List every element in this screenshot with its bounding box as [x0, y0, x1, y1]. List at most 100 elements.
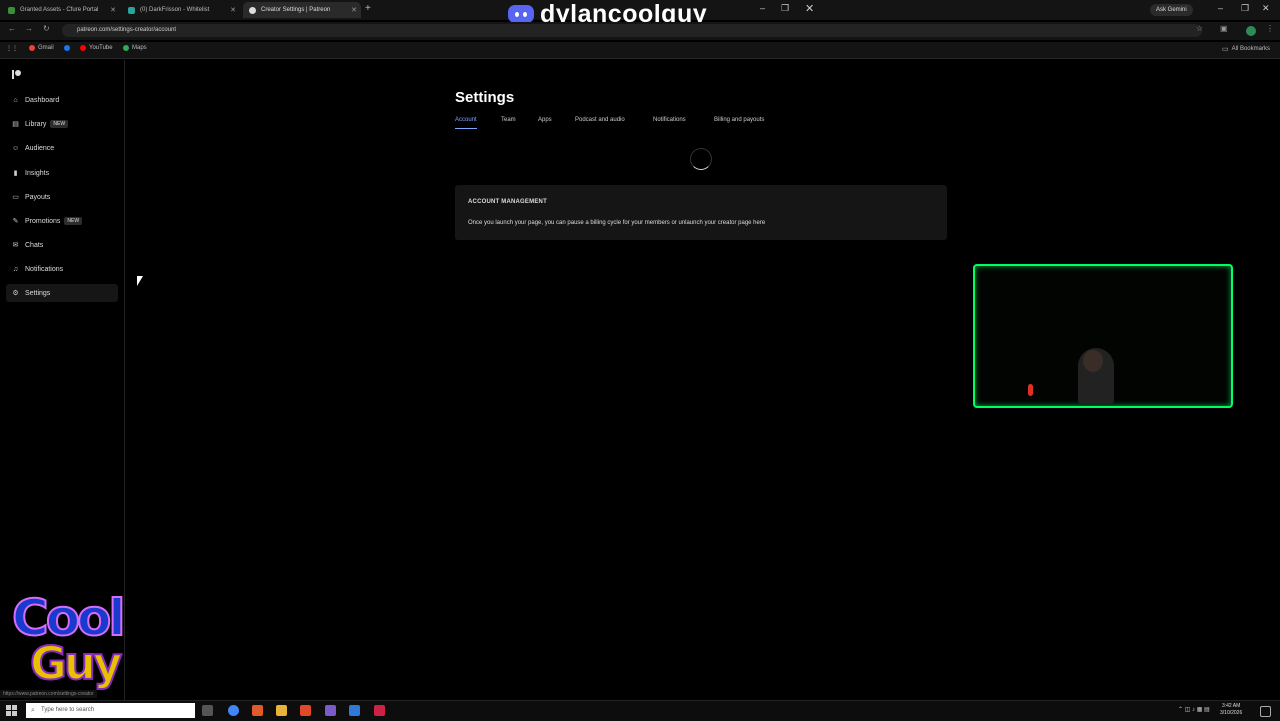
tab-podcast-and-audio[interactable]: Podcast and audio	[575, 117, 625, 123]
overlay-restore-icon[interactable]: ❐	[781, 3, 789, 14]
card-description: Once you launch your page, you can pause…	[468, 220, 766, 226]
browser-tab-active[interactable]: Creator Settings | Patreon ✕	[243, 2, 361, 18]
tab-title: (0) DarkFrisson - Whitelist	[140, 7, 210, 13]
bookmark-youtube[interactable]: YouTube	[80, 45, 113, 51]
forward-icon[interactable]: →	[25, 24, 33, 33]
app-taskbar-icon[interactable]	[325, 705, 336, 716]
chrome-taskbar-icon[interactable]	[228, 705, 239, 716]
sidebar-item-notifications[interactable]: ♫ Notifications	[6, 260, 118, 278]
overlay-minimize-icon[interactable]: –	[760, 3, 765, 13]
url-input[interactable]: patreon.com/settings-creator/account	[62, 24, 1202, 37]
browser-tab[interactable]: Granted Assets - Cfure Portal ✕	[2, 2, 120, 18]
windows-start-icon[interactable]	[6, 705, 17, 716]
new-badge: NEW	[50, 120, 69, 128]
bookmark-maps[interactable]: Maps	[123, 45, 147, 51]
guy-text: Guy	[29, 636, 123, 691]
close-tab-icon[interactable]: ✕	[351, 6, 357, 14]
sidebar-item-label: Audience	[25, 144, 55, 152]
browser-tab[interactable]: (0) DarkFrisson - Whitelist ✕	[122, 2, 240, 18]
bell-icon: ♫	[12, 265, 19, 273]
apps-grid-icon[interactable]: ⋮⋮	[6, 45, 18, 52]
file-explorer-icon[interactable]	[276, 705, 287, 716]
webcam-overlay	[973, 264, 1233, 408]
account-management-card: ACCOUNT MANAGEMENT Once you launch your …	[455, 185, 947, 240]
folder-icon: ▭	[1222, 46, 1229, 53]
library-icon: ▤	[12, 120, 19, 128]
home-icon: ⌂	[13, 96, 18, 104]
gmail-icon	[29, 45, 35, 51]
back-icon[interactable]: ←	[8, 24, 16, 33]
taskbar-clock[interactable]: 3:42 AM 3/10/2026	[1220, 703, 1242, 717]
page-title: Settings	[455, 89, 515, 106]
sidebar-item-label: Promotions	[25, 217, 61, 225]
address-bar-row: ← → ↻ patreon.com/settings-creator/accou…	[0, 22, 1280, 40]
status-bar-url: https://www.patreon.com/settings-creator	[0, 690, 97, 698]
bookmark-facebook[interactable]	[64, 45, 70, 51]
webcam-red-light	[1028, 384, 1033, 396]
task-view-icon[interactable]	[202, 705, 213, 716]
tab-favicon-icon	[8, 6, 15, 14]
patreon-logo-icon[interactable]	[12, 70, 21, 79]
card-heading: ACCOUNT MANAGEMENT	[468, 199, 547, 205]
sidebar-item-label: Dashboard	[25, 96, 60, 104]
overlay-close-icon[interactable]: ✕	[805, 2, 814, 15]
sidebar-item-dashboard[interactable]: ⌂ Dashboard	[6, 91, 118, 109]
youtube-icon	[80, 45, 86, 51]
close-tab-icon[interactable]: ✕	[230, 6, 236, 14]
new-tab-icon[interactable]: +	[365, 3, 371, 14]
vscode-taskbar-icon[interactable]	[349, 705, 360, 716]
promotions-icon: ✎	[12, 217, 19, 225]
webcam-person-head	[1083, 350, 1103, 372]
loading-spinner-icon	[690, 148, 712, 170]
minimize-icon[interactable]: –	[1218, 3, 1223, 13]
sidebar-item-promotions[interactable]: ✎ Promotions NEW	[6, 212, 118, 230]
sidebar-item-audience[interactable]: ☺ Audience	[6, 139, 118, 157]
bookmark-label: Gmail	[38, 45, 54, 51]
bookmark-star-icon[interactable]: ☆	[1196, 24, 1203, 33]
extensions-icon[interactable]: ▣	[1220, 24, 1228, 33]
sidebar-item-library[interactable]: ▤ Library NEW	[6, 115, 118, 133]
bookmark-label: YouTube	[89, 45, 113, 51]
maps-icon	[123, 45, 129, 51]
tab-apps[interactable]: Apps	[538, 117, 552, 123]
system-tray-icons[interactable]: ⌃ ◫ ♪ ▦ ▤	[1178, 706, 1210, 713]
audience-icon: ☺	[12, 144, 20, 152]
ask-gemini-button[interactable]: Ask Gemini	[1150, 4, 1193, 16]
tab-favicon-icon	[128, 6, 135, 14]
taskbar-search-input[interactable]: ⌕ Type here to search	[26, 703, 195, 718]
profile-avatar[interactable]	[1246, 26, 1256, 36]
sidebar-item-label: Chats	[25, 241, 44, 249]
app-taskbar-icon[interactable]	[300, 705, 311, 716]
tab-notifications[interactable]: Notifications	[653, 117, 686, 123]
sidebar-item-label: Insights	[25, 169, 50, 177]
tab-team[interactable]: Team	[501, 117, 516, 123]
close-tab-icon[interactable]: ✕	[110, 6, 116, 14]
sidebar-item-label: Library	[25, 120, 47, 128]
windows-taskbar: ⌕ Type here to search ⌃ ◫ ♪ ▦ ▤ 3:42 AM 3…	[0, 700, 1280, 721]
bookmark-gmail[interactable]: Gmail	[29, 45, 54, 51]
restore-icon[interactable]: ❐	[1241, 3, 1249, 14]
all-bookmarks-label: All Bookmarks	[1231, 46, 1270, 52]
sidebar-item-label: Payouts	[25, 193, 51, 201]
close-window-icon[interactable]: ✕	[1262, 3, 1270, 14]
sidebar-item-settings[interactable]: ⚙ Settings	[6, 284, 118, 302]
bookmark-label: Maps	[132, 45, 147, 51]
all-bookmarks[interactable]: ▭ All Bookmarks	[1222, 45, 1270, 53]
sidebar-item-payouts[interactable]: ▭ Payouts	[6, 188, 118, 206]
notification-center-icon[interactable]	[1260, 706, 1271, 717]
sidebar-item-insights[interactable]: ▮ Insights	[6, 164, 118, 182]
tab-billing-and-payouts[interactable]: Billing and payouts	[714, 117, 764, 123]
cool-guy-logo: Cool Guy	[10, 588, 128, 699]
tab-title: Granted Assets - Cfure Portal	[20, 7, 99, 13]
sidebar-item-label: Notifications	[25, 265, 64, 273]
app-taskbar-icon[interactable]	[374, 705, 385, 716]
mouse-cursor-icon	[137, 276, 143, 286]
clock-date: 3/10/2026	[1220, 710, 1243, 716]
menu-icon[interactable]: ⋮	[1266, 24, 1274, 33]
sidebar-item-label: Settings	[25, 289, 51, 297]
app-taskbar-icon[interactable]	[252, 705, 263, 716]
search-placeholder: Type here to search	[41, 707, 95, 713]
reload-icon[interactable]: ↻	[43, 24, 50, 33]
sidebar-item-chats[interactable]: ✉ Chats	[6, 236, 118, 254]
tab-account[interactable]: Account	[455, 117, 477, 129]
